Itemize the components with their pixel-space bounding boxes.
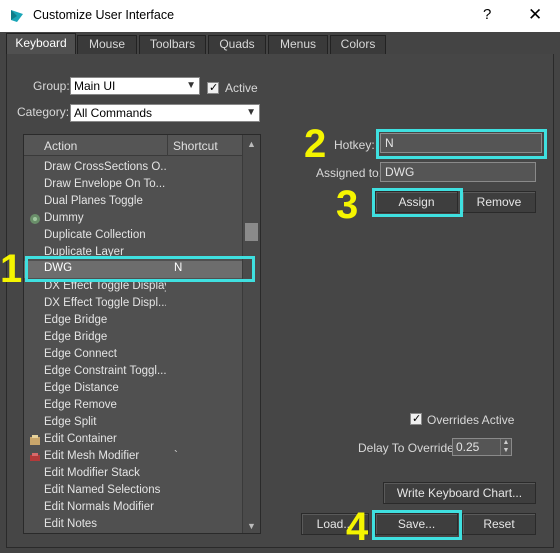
- group-label: Group:: [33, 79, 70, 93]
- window-title: Customize User Interface: [33, 8, 175, 22]
- list-item[interactable]: Edge Remove: [24, 398, 242, 415]
- tab-colors[interactable]: Colors: [330, 35, 386, 54]
- list-scrollbar[interactable]: ▲ ▼: [242, 135, 260, 533]
- category-label: Category:: [17, 105, 70, 119]
- dummy-icon: [30, 214, 40, 224]
- group-select[interactable]: Main UI ▼: [70, 77, 200, 95]
- list-item[interactable]: Dummy: [24, 211, 242, 228]
- highlight-dwg-row: [25, 256, 255, 282]
- list-item-action: Edit Normals Modifier: [44, 501, 154, 513]
- assigned-label: Assigned to:: [316, 166, 383, 180]
- step-number-3: 3: [336, 183, 359, 227]
- highlight-assign: [372, 188, 463, 217]
- highlight-hotkey: [376, 129, 547, 159]
- list-item[interactable]: Edge Bridge: [24, 330, 242, 347]
- container-icon: [30, 435, 40, 445]
- hotkey-label: Hotkey:: [334, 138, 375, 152]
- list-item-action: Dummy: [44, 212, 84, 224]
- chevron-down-icon: ▼: [246, 107, 256, 118]
- list-item-action: Edge Bridge: [44, 314, 108, 326]
- list-item-action: DX Effect Toggle Displ...: [44, 297, 166, 309]
- list-item-action: Edge Connect: [44, 348, 117, 360]
- list-item-action: Edge Remove: [44, 399, 117, 411]
- delay-label: Delay To Override:: [358, 441, 458, 455]
- write-keyboard-chart-button[interactable]: Write Keyboard Chart...: [383, 482, 536, 504]
- step-number-1: 1: [0, 247, 23, 291]
- delay-value: 0.25: [456, 440, 480, 454]
- list-item[interactable]: Edge Connect: [24, 347, 242, 364]
- list-item[interactable]: Edge Bridge: [24, 313, 242, 330]
- list-item[interactable]: Duplicate Collection: [24, 228, 242, 245]
- delay-spinner[interactable]: 0.25 ▲ ▼: [452, 438, 512, 456]
- list-item-action: Draw CrossSections O...: [44, 161, 166, 173]
- list-item-action: Edit Mesh Modifier: [44, 450, 140, 462]
- list-item[interactable]: Edit Container: [24, 432, 242, 449]
- category-value: All Commands: [74, 106, 153, 120]
- column-action[interactable]: Action: [44, 139, 77, 153]
- category-select[interactable]: All Commands ▼: [70, 104, 260, 122]
- column-shortcut[interactable]: Shortcut: [173, 139, 218, 153]
- list-item[interactable]: Edit Notes: [24, 517, 242, 533]
- list-item[interactable]: DX Effect Toggle Displ...: [24, 296, 242, 313]
- help-button[interactable]: ?: [483, 6, 491, 23]
- active-label: Active: [225, 81, 258, 95]
- overrides-checkbox[interactable]: ✓: [410, 413, 422, 425]
- title-bar: Customize User Interface ? ✕: [0, 0, 560, 32]
- scrollbar-thumb[interactable]: [245, 223, 258, 241]
- list-item-action: Edit Modifier Stack: [44, 467, 140, 479]
- checkmark-icon: ✓: [209, 82, 219, 94]
- checkmark-icon: ✓: [412, 413, 422, 425]
- list-item-action: Edge Distance: [44, 382, 119, 394]
- tab-toolbars[interactable]: Toolbars: [139, 35, 206, 54]
- list-item-action: Edit Named Selections: [44, 484, 161, 496]
- list-item[interactable]: Draw Envelope On To...: [24, 177, 242, 194]
- list-item[interactable]: Edge Split: [24, 415, 242, 432]
- list-item[interactable]: Edge Constraint Toggl...: [24, 364, 242, 381]
- remove-button[interactable]: Remove: [462, 191, 536, 213]
- list-item[interactable]: Edit Named Selections: [24, 483, 242, 500]
- action-list[interactable]: Action Shortcut Draw CrossSections O... …: [23, 134, 261, 534]
- assigned-field: DWG: [380, 162, 536, 182]
- list-item[interactable]: Dual Planes Toggle: [24, 194, 242, 211]
- active-checkbox[interactable]: ✓: [207, 82, 219, 94]
- list-item-action: Edge Bridge: [44, 331, 108, 343]
- list-item[interactable]: Edit Modifier Stack: [24, 466, 242, 483]
- list-item-action: Edit Notes: [44, 518, 98, 530]
- reset-button[interactable]: Reset: [462, 513, 536, 535]
- list-item-action: Dual Planes Toggle: [44, 195, 143, 207]
- list-item-action: Edit Container: [44, 433, 117, 445]
- spinner-arrows-icon[interactable]: ▲ ▼: [500, 439, 511, 455]
- list-item-action: Edge Constraint Toggl...: [44, 365, 166, 377]
- list-item[interactable]: Edit Mesh Modifier `: [24, 449, 242, 466]
- scroll-down-icon[interactable]: ▼: [247, 521, 256, 531]
- list-item-action: Duplicate Collection: [44, 229, 146, 241]
- list-item-action: Draw Envelope On To...: [44, 178, 166, 190]
- list-item[interactable]: Draw CrossSections O...: [24, 160, 242, 177]
- tab-keyboard[interactable]: Keyboard: [6, 33, 76, 54]
- group-value: Main UI: [74, 79, 116, 93]
- close-button[interactable]: ✕: [528, 5, 542, 25]
- scroll-up-icon[interactable]: ▲: [247, 139, 256, 149]
- list-item-shortcut: `: [174, 450, 178, 462]
- tab-menus[interactable]: Menus: [268, 35, 328, 54]
- tab-mouse[interactable]: Mouse: [77, 35, 137, 54]
- list-item-action: Edge Split: [44, 416, 97, 428]
- list-item[interactable]: Edge Distance: [24, 381, 242, 398]
- list-header: Action Shortcut: [24, 135, 242, 156]
- column-separator: [167, 135, 168, 156]
- highlight-save: [372, 510, 462, 540]
- list-item[interactable]: Edit Normals Modifier: [24, 500, 242, 517]
- mesh-modifier-icon: [30, 453, 40, 461]
- chevron-down-icon: ▼: [186, 80, 196, 91]
- overrides-label: Overrides Active: [427, 413, 515, 427]
- tab-quads[interactable]: Quads: [208, 35, 266, 54]
- app-icon: [11, 10, 23, 22]
- step-number-2: 2: [304, 122, 327, 166]
- step-number-4: 4: [346, 505, 369, 549]
